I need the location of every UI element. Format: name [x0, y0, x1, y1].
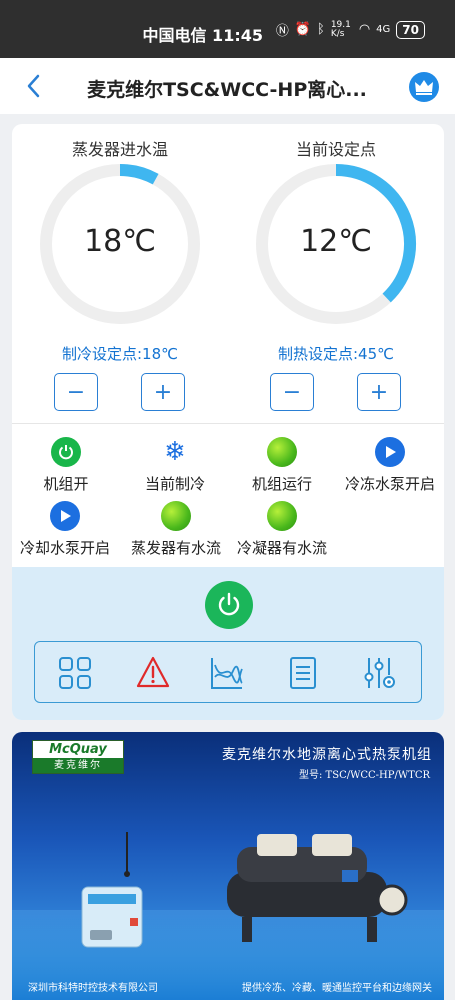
- power-button[interactable]: [205, 581, 253, 629]
- heating-setpoint: 制热设定点:45℃: [278, 345, 394, 363]
- cooling-setpoint: 制冷设定点:18℃: [62, 345, 178, 363]
- wifi-icon: ◠: [358, 22, 371, 37]
- settings-sliders-icon[interactable]: [361, 655, 397, 691]
- mcquay-logo: McQuay 麦克维尔: [32, 740, 124, 774]
- heating-decrease-button[interactable]: −: [270, 373, 314, 411]
- play-icon: [375, 437, 405, 467]
- green-indicator-icon: [161, 501, 191, 531]
- battery-icon: 70: [396, 20, 425, 39]
- chevron-left-icon: [27, 74, 40, 98]
- status-label: 当前制冷: [144, 475, 205, 493]
- gateway-device-icon: [81, 886, 143, 948]
- trend-chart-icon[interactable]: [209, 655, 245, 691]
- document-list-icon[interactable]: [285, 655, 321, 691]
- main-card: 蒸发器进水温 当前设定点 18℃ 12℃ 制冷设定点:18℃ 制热设定点:45℃…: [12, 124, 444, 720]
- status-cooling-pump: 冷却水泵开启: [12, 501, 118, 558]
- grid-icon[interactable]: [57, 655, 93, 691]
- banner-model: 型号: TSC/WCC-HP/WTCR: [299, 770, 430, 781]
- divider: [12, 423, 444, 424]
- page-title: 麦克维尔TSC&WCC-HP离心...: [87, 79, 367, 101]
- snowflake-icon: ❄: [164, 437, 186, 467]
- logo-bottom: 麦克维尔: [33, 758, 123, 773]
- status-icons: Ⓝ ⏰ ᛒ 19.1 K/s ◠ 4G 70: [276, 20, 425, 39]
- status-chilled-pump: 冷冻水泵开启: [338, 437, 442, 494]
- logo-top: McQuay: [33, 741, 123, 758]
- network-speed: 19.1 K/s: [330, 19, 351, 39]
- status-bar: 中国电信 11:45 Ⓝ ⏰ ᛒ 19.1 K/s ◠ 4G 70: [0, 0, 455, 58]
- right-gauge-title: 当前设定点: [295, 140, 376, 159]
- nfc-icon: Ⓝ: [275, 24, 289, 39]
- status-unit-running: 机组运行: [238, 437, 326, 494]
- left-gauge-value: 18℃: [84, 224, 156, 259]
- status-label: 蒸发器有水流: [130, 539, 221, 557]
- signal-label: 4G: [376, 24, 391, 35]
- alarm-warning-icon[interactable]: [135, 655, 171, 691]
- status-label: 冷冻水泵开启: [344, 475, 435, 493]
- crown-button[interactable]: [409, 72, 439, 102]
- status-label: 机组运行: [251, 475, 312, 493]
- power-icon: [51, 437, 81, 467]
- power-icon: [218, 592, 240, 616]
- status-label: 冷凝器有水流: [236, 539, 327, 557]
- cooling-increase-button[interactable]: +: [141, 373, 185, 411]
- toolbar: [34, 641, 422, 703]
- status-label: 机组开: [43, 475, 89, 493]
- chiller-unit-icon: [227, 834, 408, 942]
- status-condenser-flow: 冷凝器有水流: [230, 501, 334, 558]
- back-button[interactable]: [22, 72, 48, 100]
- green-indicator-icon: [267, 501, 297, 531]
- green-indicator-icon: [267, 437, 297, 467]
- alarm-icon: ⏰: [294, 22, 312, 37]
- play-icon: [50, 501, 80, 531]
- cooling-decrease-button[interactable]: −: [54, 373, 98, 411]
- gauge-arc: [119, 164, 159, 185]
- banner-title: 麦克维尔水地源离心式热泵机组: [222, 747, 432, 763]
- carrier-time: 中国电信 11:45: [142, 26, 263, 45]
- heating-increase-button[interactable]: +: [357, 373, 401, 411]
- left-gauge-title: 蒸发器进水温: [71, 140, 168, 159]
- product-illustration: [81, 832, 408, 948]
- right-gauge-value: 12℃: [300, 224, 372, 259]
- status-evaporator-flow: 蒸发器有水流: [124, 501, 228, 558]
- banner-footer-right: 提供冷冻、冷藏、暖通监控平台和边缘网关: [242, 983, 432, 994]
- banner-footer-left: 深圳市科特时控技术有限公司: [28, 983, 158, 994]
- status-label: 冷却水泵开启: [19, 539, 110, 557]
- status-cooling: ❄ 当前制冷: [126, 437, 224, 494]
- product-banner[interactable]: McQuay 麦克维尔 麦克维尔水地源离心式热泵机组 型号: TSC/WCC-H…: [12, 732, 444, 1000]
- control-panel: [12, 567, 444, 720]
- crown-icon: [415, 80, 433, 95]
- app-header: 麦克维尔TSC&WCC-HP离心...: [0, 58, 455, 114]
- status-unit-on: 机组开: [22, 437, 110, 494]
- bluetooth-icon: ᛒ: [317, 22, 325, 37]
